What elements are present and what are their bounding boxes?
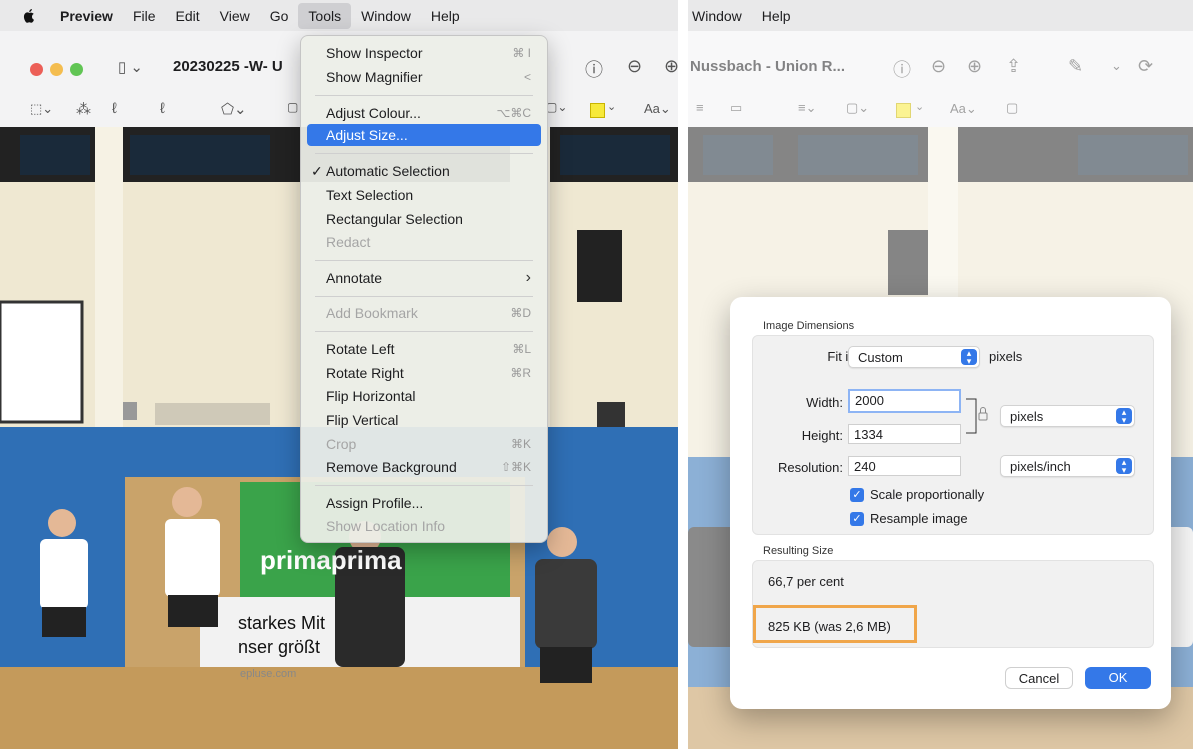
menu-separator (315, 296, 533, 297)
menu-item-adjust-colour[interactable]: Adjust Colour... ⌥⌘C (307, 102, 541, 124)
zoom-in-icon[interactable]: ⊕ (664, 56, 678, 77)
banner-text-4: epluse.com (240, 668, 297, 680)
menu-item-redact: Redact (326, 234, 371, 250)
resolution-field[interactable]: 240 (848, 456, 961, 476)
shapes-icon[interactable]: ⬠⌄ (221, 100, 247, 118)
banner-text-1: primaprima (260, 545, 402, 575)
menu-view[interactable]: View (210, 3, 260, 29)
resample-image-label: Resample image (870, 511, 968, 526)
width-label: Width: (806, 395, 843, 410)
file-size-highlight (753, 605, 917, 643)
menu-item-text-selection[interactable]: Text Selection (307, 184, 541, 206)
menu-item-show-location-info: Show Location Info (326, 518, 446, 534)
menu-item-show-inspector[interactable]: Show Inspector ⌘ I (307, 42, 541, 64)
scale-proportionally-label: Scale proportionally (870, 487, 985, 502)
menu-preview[interactable]: Preview (50, 3, 123, 29)
info-icon[interactable]: ⓘ (585, 56, 603, 82)
resulting-size-heading: Resulting Size (763, 545, 834, 557)
menu-bar: Window Help (688, 0, 1193, 31)
font-style-icon[interactable]: Aa⌄ (644, 101, 671, 117)
banner-text-2: starkes Mit (238, 613, 326, 633)
resolution-label: Resolution: (777, 460, 843, 475)
menu-item-remove-background[interactable]: Remove Background ⇧⌘K (307, 456, 541, 478)
menu-help[interactable]: Help (752, 3, 801, 29)
menu-separator (315, 95, 533, 96)
tools-menu: Show Inspector ⌘ I Show Magnifier < Adjust… (300, 35, 548, 543)
right-screenshot: Nussbach - Union R... ⓘ ⊖ ⊕ ⇪ ✎ ⌄ ⟳ ≡ ▭ … (688, 0, 1193, 749)
menu-item-crop: Crop ⌘K (326, 436, 531, 452)
fit-into-select[interactable]: Custom ▴ ▾ (848, 346, 980, 368)
rect-select-icon[interactable]: ⬚⌄ (30, 101, 53, 117)
sketch-icon[interactable]: ℓ (112, 100, 117, 117)
sidebar-toggle-icon[interactable]: ▯ ⌄ (118, 58, 143, 76)
text-box-icon[interactable]: ▢ (287, 100, 298, 114)
up-down-chevron-icon: ▴ ▾ (1116, 408, 1132, 425)
menu-item-automatic-selection[interactable]: ✓ Automatic Selection (307, 160, 541, 182)
width-field[interactable]: 2000 (848, 389, 961, 413)
menu-help[interactable]: Help (421, 3, 470, 29)
apple-logo-icon[interactable] (22, 8, 36, 24)
aspect-lock-icon[interactable] (966, 398, 990, 434)
menu-item-rotate-left[interactable]: Rotate Left ⌘L (307, 338, 541, 360)
menu-item-assign-profile[interactable]: Assign Profile... (307, 492, 541, 514)
fit-into-unit: pixels (989, 349, 1023, 364)
size-unit-select[interactable]: pixels ▴ ▾ (1000, 405, 1135, 427)
fill-color-icon[interactable] (590, 103, 605, 118)
menu-bar: Preview File Edit View Go Tools Window H… (0, 0, 678, 31)
close-window-button[interactable] (30, 63, 43, 76)
zoom-window-button[interactable] (70, 63, 83, 76)
left-screenshot: ▯ ⌄ 20230225 -W- U ⓘ ⊖ ⊕ ⬚⌄ ⁂ ℓ ℓ ⬠⌄ ▢ ▢… (0, 0, 678, 749)
menu-separator (315, 260, 533, 261)
menu-window[interactable]: Window (351, 3, 421, 29)
minimize-window-button[interactable] (50, 63, 63, 76)
scale-proportionally-checkbox[interactable]: ✓ (850, 488, 864, 502)
menu-edit[interactable]: Edit (166, 3, 210, 29)
menu-item-flip-horizontal[interactable]: Flip Horizontal (307, 385, 541, 407)
menu-tools[interactable]: Tools (298, 2, 352, 29)
instant-alpha-icon[interactable]: ⁂ (76, 100, 91, 118)
menu-go[interactable]: Go (260, 3, 299, 29)
menu-file[interactable]: File (123, 3, 166, 29)
height-field[interactable]: 1334 (848, 424, 961, 444)
menu-separator (315, 153, 533, 154)
menu-separator (315, 485, 533, 486)
border-color-icon[interactable]: ▢⌄ (546, 100, 567, 114)
up-down-chevron-icon: ▴ ▾ (1116, 458, 1132, 475)
menu-item-rotate-right[interactable]: Rotate Right ⌘R (307, 362, 541, 384)
resolution-unit-select[interactable]: pixels/inch ▴ ▾ (1000, 455, 1135, 477)
menu-item-adjust-size[interactable]: Adjust Size... (307, 124, 541, 146)
height-label: Height: (801, 428, 843, 443)
menu-item-rectangular-selection[interactable]: Rectangular Selection (307, 208, 541, 230)
menu-separator (315, 331, 533, 332)
checkmark-icon: ✓ (311, 163, 323, 179)
menu-item-annotate[interactable]: Annotate › (307, 267, 541, 289)
resample-image-checkbox[interactable]: ✓ (850, 512, 864, 526)
draw-icon[interactable]: ℓ (160, 100, 165, 117)
cancel-button[interactable]: Cancel (1005, 667, 1073, 689)
image-dimensions-heading: Image Dimensions (763, 320, 855, 332)
chevron-right-icon: › (525, 269, 531, 286)
ok-button[interactable]: OK (1085, 667, 1151, 689)
adjust-size-dialog: Image Dimensions Fit into: Custom▴▾ pixe… (730, 297, 1171, 709)
menu-window[interactable]: Window (688, 3, 752, 29)
menu-item-add-bookmark: Add Bookmark ⌘D (326, 305, 531, 321)
chevron-down-icon[interactable]: ⌄ (607, 100, 616, 113)
menu-item-flip-vertical[interactable]: Flip Vertical (307, 409, 541, 431)
window-title: 20230225 -W- U (173, 58, 283, 75)
banner-text-3: nser größt (238, 637, 321, 657)
menu-item-show-magnifier[interactable]: Show Magnifier < (307, 66, 541, 88)
resulting-percent: 66,7 per cent (768, 574, 844, 589)
zoom-out-icon[interactable]: ⊖ (627, 56, 642, 77)
up-down-chevron-icon: ▴ ▾ (961, 349, 977, 366)
